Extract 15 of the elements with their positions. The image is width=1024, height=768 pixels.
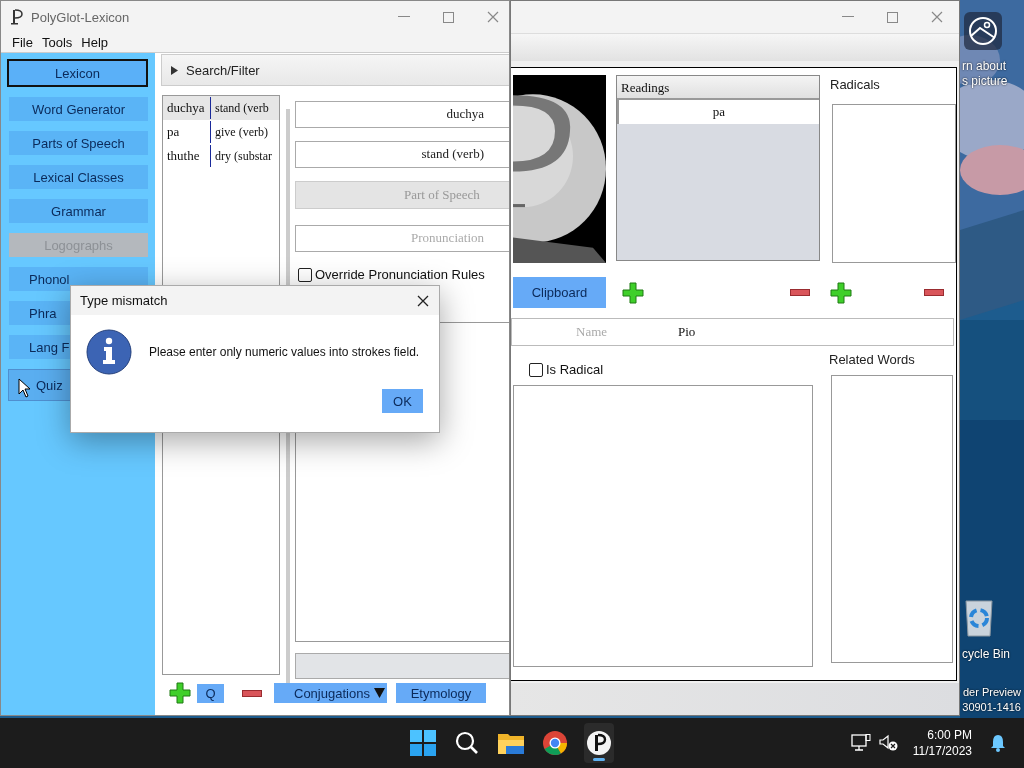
- checkbox-label: Override Pronunciation Rules: [315, 267, 485, 283]
- dialog-title: Type mismatch: [80, 293, 168, 308]
- conword-text: thuthe: [163, 145, 211, 167]
- checkbox-label: Is Radical: [546, 362, 604, 377]
- window-title: PolyGlot-Lexicon: [31, 9, 130, 25]
- local-word-text: give (verb): [214, 124, 268, 140]
- local-word-text: dry (substar: [214, 148, 272, 164]
- dialog-message: Please enter only numeric values into strokes field.: [149, 345, 420, 359]
- conword-text: pa: [163, 121, 211, 143]
- related-words-label: Related Words: [829, 352, 916, 367]
- build-text: 30901-1416: [962, 701, 1021, 713]
- local-word-text: stand (verb: [214, 100, 269, 116]
- conword-text: duchya: [163, 97, 211, 119]
- radicals-label: Radicals: [830, 77, 881, 92]
- build-text: der Preview: [962, 686, 1021, 698]
